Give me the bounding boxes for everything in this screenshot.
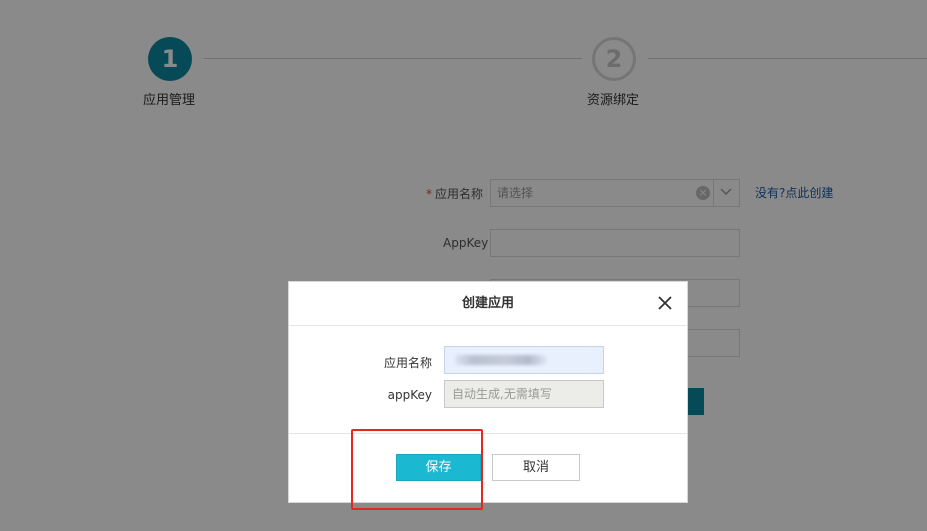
dialog-title: 创建应用: [461, 296, 514, 311]
dialog-footer-divider: [289, 433, 687, 434]
dialog-appkey-input[interactable]: 自动生成,无需填写: [444, 380, 604, 408]
dialog-header-divider: [289, 325, 687, 326]
redacted-app-name: [455, 355, 547, 365]
cancel-button[interactable]: 取消: [492, 454, 580, 481]
page: 1 2 应用管理 资源绑定 * 应用名称 请选择 × 没有?点此创建 AppKey…: [0, 0, 927, 531]
dialog-name-label: 应用名称: [383, 356, 432, 370]
create-app-dialog: 创建应用 应用名称 appKey 自动生成,无需填写 保存 取消: [288, 281, 688, 503]
highlight-box: [351, 429, 483, 510]
dialog-app-name-input[interactable]: [444, 346, 604, 374]
close-icon[interactable]: [656, 294, 674, 312]
dialog-appkey-label: appKey: [387, 388, 432, 402]
